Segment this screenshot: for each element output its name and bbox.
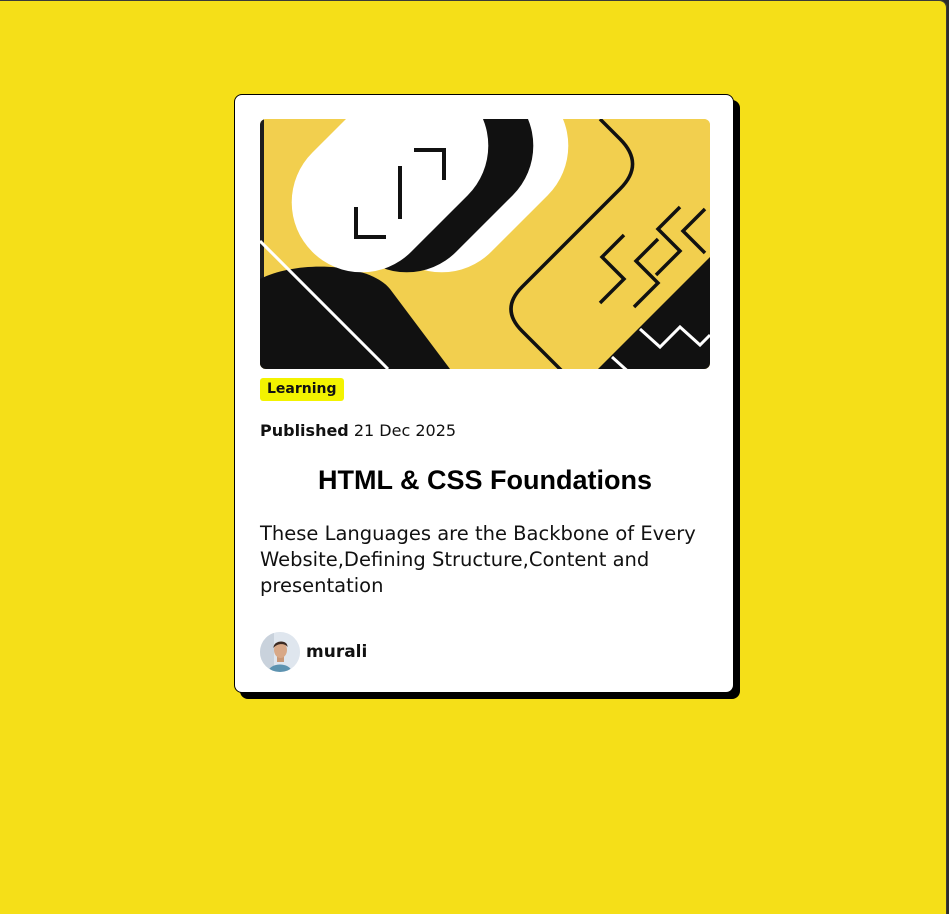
published-date-value: 21 Dec 2025 <box>353 421 457 440</box>
card-description: These Languages are the Backbone of Ever… <box>260 522 696 597</box>
card-title[interactable]: HTML & CSS Foundations <box>235 463 735 497</box>
published-date: Published 21 Dec 2025 <box>260 421 456 441</box>
author-name[interactable]: murali <box>306 642 367 662</box>
blog-preview-card[interactable]: Learning Published 21 Dec 2025 HTML & CS… <box>234 94 734 693</box>
hero-illustration <box>260 119 710 369</box>
author[interactable]: murali <box>260 632 367 672</box>
author-avatar <box>260 632 300 672</box>
published-label: Published <box>260 421 349 440</box>
page-background: Learning Published 21 Dec 2025 HTML & CS… <box>0 0 947 914</box>
category-badge[interactable]: Learning <box>260 378 344 401</box>
